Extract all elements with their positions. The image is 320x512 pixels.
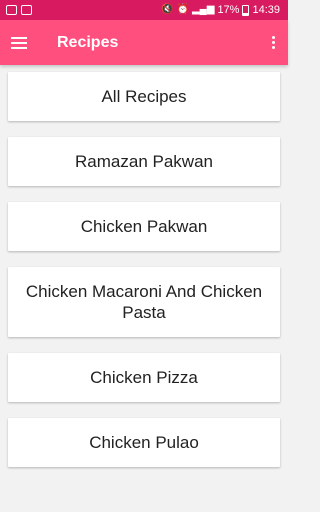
clock: 14:39 <box>252 4 280 16</box>
alarm-icon: ⏰ <box>176 4 189 15</box>
recipe-item-ramazan-pakwan[interactable]: Ramazan Pakwan <box>8 137 280 186</box>
recipe-item-all-recipes[interactable]: All Recipes <box>8 72 280 121</box>
notification-icon <box>21 5 32 15</box>
recipe-item-chicken-pulao[interactable]: Chicken Pulao <box>8 418 280 467</box>
signal-icon: ▂▄▆ <box>191 4 215 15</box>
page-title: Recipes <box>57 33 119 51</box>
mute-icon: 🔇 <box>161 4 174 15</box>
battery-icon <box>242 4 250 16</box>
battery-percent: 17% <box>217 4 240 16</box>
recipe-list: All Recipes Ramazan Pakwan Chicken Pakwa… <box>8 72 280 483</box>
message-icon <box>6 5 17 15</box>
overflow-menu-icon[interactable] <box>272 35 276 50</box>
recipe-item-chicken-pizza[interactable]: Chicken Pizza <box>8 353 280 402</box>
system-icons: 🔇 ⏰ ▂▄▆ 17% 14:39 <box>161 4 288 16</box>
hamburger-menu-icon[interactable] <box>11 36 29 50</box>
status-bar: 🔇 ⏰ ▂▄▆ 17% 14:39 <box>0 0 288 20</box>
recipe-item-chicken-pakwan[interactable]: Chicken Pakwan <box>8 202 280 251</box>
app-bar: Recipes <box>0 20 288 65</box>
notification-icons <box>0 5 32 15</box>
recipe-item-chicken-macaroni-pasta[interactable]: Chicken Macaroni And Chicken Pasta <box>8 267 280 337</box>
